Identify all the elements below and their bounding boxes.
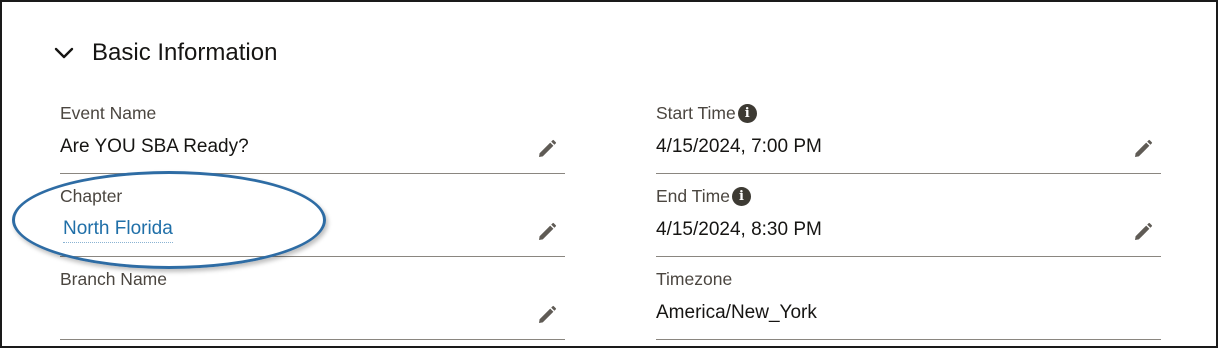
pencil-icon: [1135, 222, 1153, 240]
pencil-icon: [1135, 139, 1153, 157]
edit-event-name-button[interactable]: [535, 137, 559, 161]
field-underline: [60, 173, 565, 174]
field-branch-name: Branch Name: [60, 267, 565, 348]
edit-end-time-button[interactable]: [1131, 220, 1155, 244]
field-end-time: End Time i 4/15/2024, 8:30 PM: [656, 184, 1161, 267]
info-icon[interactable]: i: [737, 103, 757, 123]
field-underline: [656, 173, 1161, 174]
field-label: Start Time i: [656, 101, 757, 125]
page-frame: Basic Information Event Name Are YOU SBA…: [0, 0, 1218, 348]
field-label: Event Name: [60, 102, 157, 123]
field-label: Chapter: [60, 185, 123, 206]
pencil-icon: [539, 222, 557, 240]
chevron-down-icon[interactable]: [54, 38, 80, 68]
edit-start-time-button[interactable]: [1131, 137, 1155, 161]
section-header-basic-information[interactable]: Basic Information: [54, 38, 277, 68]
field-value: 4/15/2024, 8:30 PM: [656, 219, 822, 240]
field-value: 4/15/2024, 7:00 PM: [656, 136, 822, 157]
pencil-icon: [539, 139, 557, 157]
edit-chapter-button[interactable]: [535, 220, 559, 244]
field-label: Branch Name: [60, 268, 167, 289]
pencil-icon: [539, 305, 557, 323]
field-label: Timezone: [656, 268, 733, 289]
info-icon[interactable]: i: [731, 186, 751, 206]
field-value: Are YOU SBA Ready?: [60, 136, 249, 157]
field-label: End Time i: [656, 184, 751, 208]
section-title: Basic Information: [92, 39, 278, 66]
field-timezone: Timezone America/New_York: [656, 267, 1161, 348]
field-underline: [60, 256, 565, 257]
field-underline: [656, 339, 1161, 340]
field-underline: [656, 256, 1161, 257]
field-label-text: Start Time: [656, 102, 736, 123]
chapter-link[interactable]: North Florida: [63, 217, 173, 243]
edit-branch-name-button[interactable]: [535, 303, 559, 327]
field-underline: [60, 339, 565, 340]
field-start-time: Start Time i 4/15/2024, 7:00 PM: [656, 101, 1161, 184]
field-chapter: Chapter North Florida: [60, 184, 565, 267]
field-label-text: End Time: [656, 185, 730, 206]
field-value: America/New_York: [656, 302, 817, 323]
field-event-name: Event Name Are YOU SBA Ready?: [60, 101, 565, 184]
